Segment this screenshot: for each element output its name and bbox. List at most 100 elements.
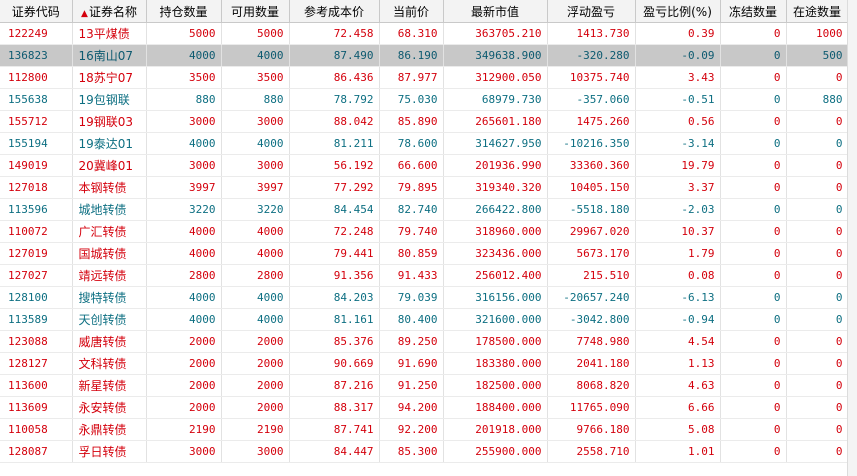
cell-pnl: -357.060 — [547, 88, 636, 111]
cell-pnl-ratio: -0.51 — [635, 88, 721, 111]
col-header-pnl[interactable]: 浮动盈亏 — [547, 0, 636, 23]
table-row[interactable]: 128087 孚日转债 3000 3000 84.447 85.300 255900.000… — [0, 440, 849, 463]
col-header-cost[interactable]: 参考成本价 — [289, 0, 380, 23]
cell-frozen: 0 — [720, 220, 787, 243]
cell-price: 75.030 — [379, 88, 444, 111]
table-row[interactable]: 128127 文科转债 2000 2000 90.669 91.690 183380.000… — [0, 352, 849, 375]
cell-name: 永鼎转债 — [72, 418, 147, 441]
cell-frozen: 0 — [720, 198, 787, 221]
col-header-name[interactable]: ▲证券名称 — [72, 0, 147, 23]
cell-holding: 4000 — [146, 286, 222, 309]
cell-cost: 84.447 — [289, 440, 380, 463]
cell-code: 128100 — [0, 286, 73, 309]
cell-market-value: 349638.900 — [443, 44, 548, 67]
cell-name: 19包钢联 — [72, 88, 147, 111]
cell-holding: 3000 — [146, 154, 222, 177]
cell-pnl-ratio: 19.79 — [635, 154, 721, 177]
cell-pnl-ratio: 3.43 — [635, 66, 721, 89]
cell-pnl: -20657.240 — [547, 286, 636, 309]
cell-frozen: 0 — [720, 308, 787, 331]
col-header-available[interactable]: 可用数量 — [221, 0, 290, 23]
cell-cost: 87.490 — [289, 44, 380, 67]
col-header-holding[interactable]: 持仓数量 — [146, 0, 222, 23]
cell-price: 85.300 — [379, 440, 444, 463]
table-row[interactable]: 155638 19包钢联 880 880 78.792 75.030 68979.730 -3… — [0, 88, 849, 111]
table-row[interactable]: 112800 18苏宁07 3500 3500 86.436 87.977 312900.0… — [0, 66, 849, 89]
col-header-frozen[interactable]: 冻结数量 — [720, 0, 787, 23]
cell-available: 5000 — [221, 22, 290, 45]
table-row[interactable]: 113589 天创转债 4000 4000 81.161 80.400 321600.000… — [0, 308, 849, 331]
cell-frozen: 0 — [720, 286, 787, 309]
cell-in-transit: 0 — [786, 308, 849, 331]
col-header-market-value[interactable]: 最新市值 — [443, 0, 548, 23]
col-header-price[interactable]: 当前价 — [379, 0, 444, 23]
cell-holding: 4000 — [146, 220, 222, 243]
cell-code: 113596 — [0, 198, 73, 221]
cell-holding: 4000 — [146, 132, 222, 155]
cell-cost: 91.356 — [289, 264, 380, 287]
cell-in-transit: 0 — [786, 176, 849, 199]
cell-holding: 3220 — [146, 198, 222, 221]
cell-name: 天创转债 — [72, 308, 147, 331]
table-row[interactable]: 113596 城地转债 3220 3220 84.454 82.740 266422.800… — [0, 198, 849, 221]
cell-name: 孚日转债 — [72, 440, 147, 463]
cell-name: 威唐转债 — [72, 330, 147, 353]
cell-available: 4000 — [221, 242, 290, 265]
cell-market-value: 183380.000 — [443, 352, 548, 375]
cell-frozen: 0 — [720, 132, 787, 155]
table-row[interactable]: 127019 国城转债 4000 4000 79.441 80.859 323436.000… — [0, 242, 849, 265]
table-row[interactable]: 123088 威唐转债 2000 2000 85.376 89.250 178500.000… — [0, 330, 849, 353]
cell-pnl: 8068.820 — [547, 374, 636, 397]
cell-code: 155712 — [0, 110, 73, 133]
cell-code: 123088 — [0, 330, 73, 353]
cell-available: 3000 — [221, 110, 290, 133]
table-row[interactable]: 149019 20冀峰01 3000 3000 56.192 66.600 201936.9… — [0, 154, 849, 177]
cell-holding: 4000 — [146, 44, 222, 67]
col-header-pnl-ratio[interactable]: 盈亏比例(%) — [635, 0, 721, 23]
table-row[interactable]: 110072 广汇转债 4000 4000 72.248 79.740 318960.000… — [0, 220, 849, 243]
table-row[interactable]: 128100 搜特转债 4000 4000 84.203 79.039 316156.000… — [0, 286, 849, 309]
table-row[interactable]: 113600 新星转债 2000 2000 87.216 91.250 182500.000… — [0, 374, 849, 397]
cell-available: 3500 — [221, 66, 290, 89]
col-header-code[interactable]: 证券代码 — [0, 0, 73, 23]
table-row[interactable]: 155194 19泰达01 4000 4000 81.211 78.600 314627.9… — [0, 132, 849, 155]
cell-in-transit: 0 — [786, 154, 849, 177]
cell-pnl: -5518.180 — [547, 198, 636, 221]
cell-price: 79.895 — [379, 176, 444, 199]
cell-holding: 3500 — [146, 66, 222, 89]
cell-available: 2800 — [221, 264, 290, 287]
cell-price: 89.250 — [379, 330, 444, 353]
cell-frozen: 0 — [720, 352, 787, 375]
cell-pnl: 215.510 — [547, 264, 636, 287]
cell-name: 文科转债 — [72, 352, 147, 375]
vertical-scrollbar[interactable] — [847, 0, 857, 476]
cell-cost: 88.317 — [289, 396, 380, 419]
cell-cost: 88.042 — [289, 110, 380, 133]
cell-code: 110072 — [0, 220, 73, 243]
cell-code: 127018 — [0, 176, 73, 199]
cell-price: 94.200 — [379, 396, 444, 419]
sort-asc-icon: ▲ — [81, 8, 88, 19]
col-header-in-transit[interactable]: 在途数量 — [786, 0, 849, 23]
cell-cost: 87.741 — [289, 418, 380, 441]
table-row[interactable]: 122249 13平煤债 5000 5000 72.458 68.310 363705.21… — [0, 22, 849, 45]
table-row[interactable]: 155712 19钢联03 3000 3000 88.042 85.890 265601.1… — [0, 110, 849, 133]
table-row[interactable]: 127027 靖远转债 2800 2800 91.356 91.433 256012.400… — [0, 264, 849, 287]
cell-code: 113589 — [0, 308, 73, 331]
cell-pnl: 33360.360 — [547, 154, 636, 177]
cell-pnl-ratio: -2.03 — [635, 198, 721, 221]
cell-pnl: 29967.020 — [547, 220, 636, 243]
cell-pnl-ratio: -6.13 — [635, 286, 721, 309]
cell-price: 80.400 — [379, 308, 444, 331]
cell-name: 20冀峰01 — [72, 154, 147, 177]
table-row[interactable]: 110058 永鼎转债 2190 2190 87.741 92.200 201918.000… — [0, 418, 849, 441]
cell-cost: 84.203 — [289, 286, 380, 309]
cell-cost: 72.458 — [289, 22, 380, 45]
table-row[interactable]: 127018 本钢转债 3997 3997 77.292 79.895 319340.320… — [0, 176, 849, 199]
table-row[interactable]: 113609 永安转债 2000 2000 88.317 94.200 188400.000… — [0, 396, 849, 419]
cell-in-transit: 0 — [786, 198, 849, 221]
cell-frozen: 0 — [720, 374, 787, 397]
table-row[interactable]: 136823 16南山07 4000 4000 87.490 86.190 349638.9… — [0, 44, 849, 67]
cell-holding: 3000 — [146, 110, 222, 133]
cell-code: 122249 — [0, 22, 73, 45]
